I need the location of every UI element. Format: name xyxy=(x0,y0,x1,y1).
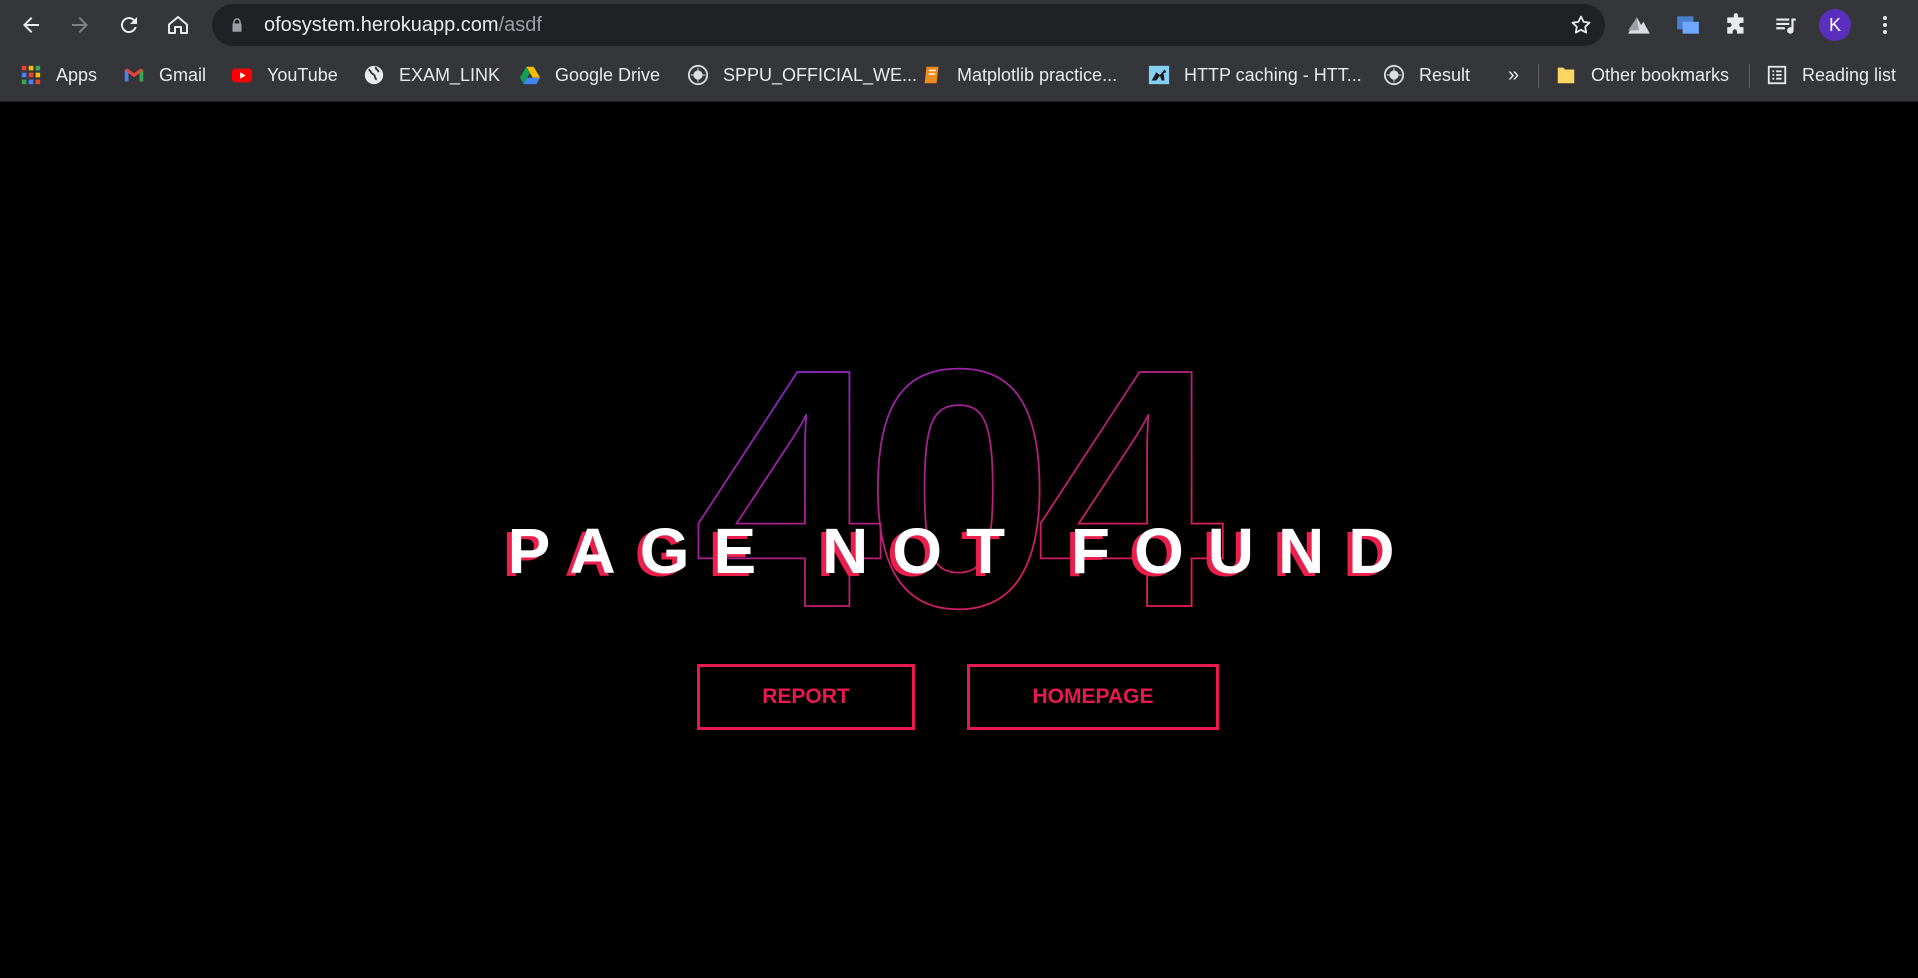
media-queue-icon[interactable] xyxy=(1771,10,1801,40)
reading-list-icon xyxy=(1766,64,1788,86)
bookmarks-divider xyxy=(1749,64,1750,88)
gmail-icon xyxy=(123,64,145,86)
reading-list-button[interactable]: Reading list xyxy=(1766,60,1896,90)
bookmark-youtube[interactable]: YouTube xyxy=(231,60,338,90)
youtube-icon xyxy=(231,64,253,86)
bookmark-google-drive[interactable]: Google Drive xyxy=(519,60,660,90)
bookmark-label: Apps xyxy=(56,64,98,85)
bookmark-label: HTTP caching - HTT... xyxy=(1184,64,1362,85)
bookmark-label: Gmail xyxy=(159,64,207,85)
bookmarks-overflow-button[interactable]: » xyxy=(1508,60,1519,90)
page-content: 404 PAGE NOT FOUND REPORT HOMEPAGE xyxy=(0,102,1918,978)
bookmark-exam-link[interactable]: EXAM_LINK xyxy=(363,60,500,90)
forward-icon[interactable] xyxy=(63,8,97,42)
homepage-button[interactable]: HOMEPAGE xyxy=(967,664,1219,730)
url-path: /asdf xyxy=(498,14,542,36)
bookmarks-bar: Apps Gmail YouTube EXAM_LINK Google Driv… xyxy=(0,50,1918,102)
bookmark-gmail[interactable]: Gmail xyxy=(123,60,206,90)
bookmark-sppu-official[interactable]: SPPU_OFFICIAL_WE... xyxy=(687,60,917,90)
bookmark-label: Other bookmarks xyxy=(1591,64,1730,85)
bookmark-matplotlib[interactable]: Matplotlib practice... xyxy=(921,60,1117,90)
other-bookmarks-folder[interactable]: Other bookmarks xyxy=(1555,60,1729,90)
address-bar[interactable]: ofosystem.herokuapp.com/asdf xyxy=(212,4,1605,46)
university-seal-icon xyxy=(687,64,709,86)
report-button[interactable]: REPORT xyxy=(697,664,915,730)
reload-icon[interactable] xyxy=(112,8,146,42)
globe-icon xyxy=(363,64,385,86)
back-icon[interactable] xyxy=(14,8,48,42)
bookmark-result[interactable]: Result xyxy=(1383,60,1470,90)
mdn-dino-icon xyxy=(1148,64,1170,86)
bookmark-label: EXAM_LINK xyxy=(399,64,501,85)
bookmark-star-icon[interactable] xyxy=(1569,13,1593,37)
url-text: ofosystem.herokuapp.com/asdf xyxy=(264,15,542,35)
home-icon[interactable] xyxy=(161,8,195,42)
bookmark-label: Result xyxy=(1419,64,1471,85)
error-code: 404 xyxy=(693,342,1226,642)
browser-toolbar: ofosystem.herokuapp.com/asdf K xyxy=(0,0,1918,50)
error-code-outline: 404 xyxy=(692,342,1245,642)
folder-icon xyxy=(1555,64,1577,86)
bookmark-label: SPPU_OFFICIAL_WE... xyxy=(723,64,918,85)
apps-grid-icon xyxy=(20,64,42,86)
profile-avatar[interactable]: K xyxy=(1819,9,1851,41)
bookmark-http-caching[interactable]: HTTP caching - HTT... xyxy=(1148,60,1362,90)
university-seal-icon xyxy=(1383,64,1405,86)
window-extension-icon[interactable] xyxy=(1673,10,1703,40)
menu-kebab-icon[interactable] xyxy=(1870,10,1900,40)
bookmark-label: Google Drive xyxy=(555,64,661,85)
bookmark-label: Reading list xyxy=(1802,64,1897,85)
bookmark-label: Matplotlib practice... xyxy=(957,64,1118,85)
page-not-found-heading: PAGE NOT FOUND xyxy=(507,515,1419,587)
google-drive-icon xyxy=(519,64,541,86)
bookmarks-divider xyxy=(1538,64,1539,88)
extensions-puzzle-icon[interactable] xyxy=(1722,10,1752,40)
bookmark-apps[interactable]: Apps xyxy=(20,60,97,90)
lock-icon[interactable] xyxy=(228,16,246,34)
mountain-extension-icon[interactable] xyxy=(1624,10,1654,40)
bookmark-label: YouTube xyxy=(267,64,338,85)
url-host: ofosystem.herokuapp.com xyxy=(264,14,499,36)
notebook-icon xyxy=(921,64,943,86)
